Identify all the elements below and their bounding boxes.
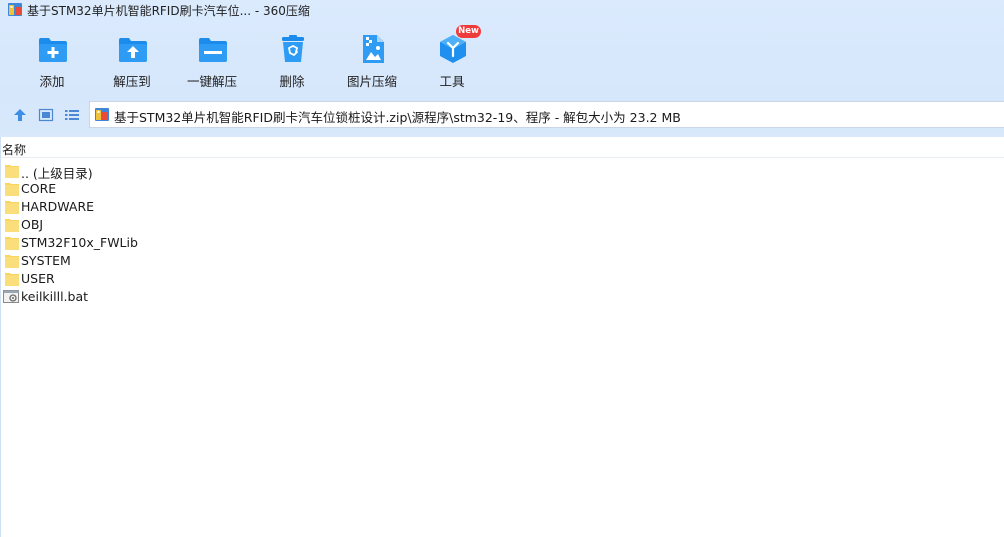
folder-icon <box>5 165 19 178</box>
folder-icon <box>5 237 19 250</box>
list-item-bat[interactable]: keilkilll.bat <box>1 288 301 306</box>
column-header-name[interactable]: 名称 <box>1 138 1004 158</box>
list-item-system[interactable]: SYSTEM <box>1 252 301 270</box>
title-bar: 基于STM32单片机智能RFID刷卡汽车位... - 360压缩 <box>0 0 1004 20</box>
delete-button-label: 删除 <box>279 74 305 89</box>
tools-button-label: 工具 <box>439 74 465 89</box>
list-item-name: STM32F10x_FWLib <box>21 235 138 250</box>
add-button-label: 添加 <box>39 74 65 89</box>
tools-hexagon-icon <box>440 35 466 63</box>
list-item-name: CORE <box>21 181 57 196</box>
new-badge: New <box>456 25 481 38</box>
extract-to-button[interactable]: 解压到 <box>92 30 172 90</box>
one-click-extract-button-label: 一键解压 <box>186 74 237 89</box>
folder-icon <box>5 219 19 232</box>
recycle-bin-icon <box>282 35 304 62</box>
address-bar[interactable]: 基于STM32单片机智能RFID刷卡汽车位锁桩设计.zip\源程序\stm32-… <box>89 101 1004 128</box>
add-folder-icon <box>39 38 67 62</box>
thumbnail-view-icon[interactable] <box>38 107 54 123</box>
folder-icon <box>5 255 19 268</box>
up-arrow-icon[interactable] <box>12 107 28 123</box>
column-header-label: 名称 <box>2 143 27 157</box>
window-title: 基于STM32单片机智能RFID刷卡汽车位... - 360压缩 <box>27 4 310 18</box>
address-path: 基于STM32单片机智能RFID刷卡汽车位锁桩设计.zip\源程序\stm32-… <box>114 110 681 125</box>
tools-button[interactable]: New 工具 <box>412 25 492 90</box>
one-click-extract-button[interactable]: 一键解压 <box>172 30 252 90</box>
folder-icon <box>5 201 19 214</box>
top-panel: 基于STM32单片机智能RFID刷卡汽车位... - 360压缩 添加 解压到 … <box>0 0 1004 137</box>
list-item-obj[interactable]: OBJ <box>1 216 301 234</box>
batch-file-icon <box>3 290 19 303</box>
list-item-name: HARDWARE <box>21 199 95 214</box>
list-item-name: SYSTEM <box>21 253 71 268</box>
list-item-core[interactable]: CORE <box>1 180 301 198</box>
folder-icon <box>5 183 19 196</box>
folder-icon <box>5 273 19 286</box>
list-item-name: keilkilll.bat <box>21 289 89 304</box>
delete-button[interactable]: 删除 <box>252 30 332 90</box>
list-item-parent-dir[interactable]: .. (上级目录) <box>1 162 301 181</box>
file-list: 名称 .. (上级目录) CORE HARDWARE OBJ STM32F10x… <box>0 137 1004 537</box>
archive-app-icon <box>8 3 22 16</box>
one-click-extract-icon <box>199 38 227 62</box>
add-button[interactable]: 添加 <box>12 30 92 90</box>
extract-to-button-label: 解压到 <box>113 74 151 89</box>
list-item-user[interactable]: USER <box>1 270 301 288</box>
list-item-fwlib[interactable]: STM32F10x_FWLib <box>1 234 301 252</box>
list-item-hardware[interactable]: HARDWARE <box>1 198 301 216</box>
list-item-name: USER <box>21 271 55 286</box>
image-compress-button-label: 图片压缩 <box>346 74 397 89</box>
image-compress-icon <box>363 35 384 63</box>
extract-folder-icon <box>119 38 147 62</box>
archive-icon <box>95 108 109 121</box>
list-view-icon[interactable] <box>64 107 80 123</box>
list-item-name: OBJ <box>21 217 44 232</box>
image-compress-button[interactable]: 图片压缩 <box>332 30 412 90</box>
